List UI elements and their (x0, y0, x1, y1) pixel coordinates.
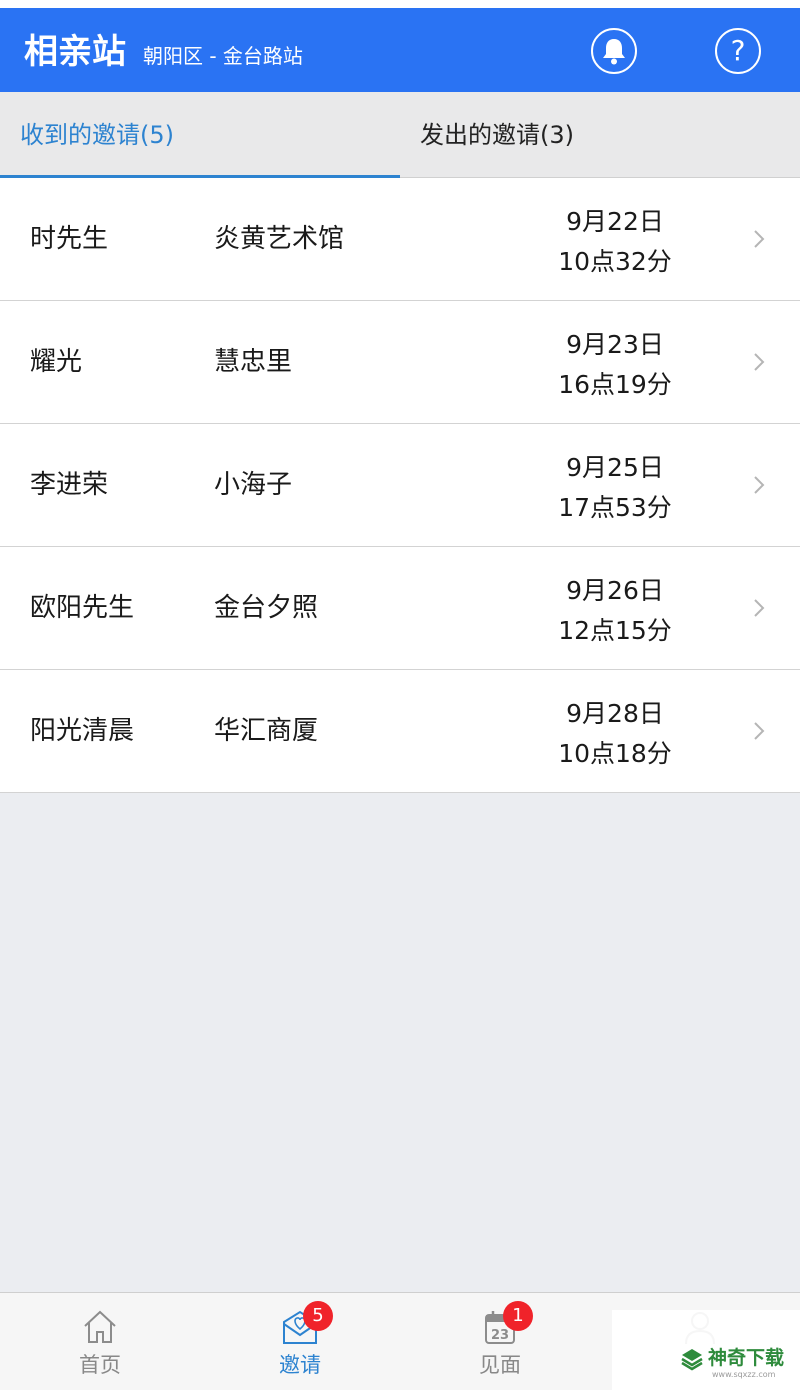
tabbar-label-meet: 见面 (479, 1353, 521, 1377)
notification-button[interactable] (591, 28, 637, 74)
chevron-right-icon (754, 230, 765, 248)
tabbar-item-meet[interactable]: 23 1 见面 (400, 1293, 600, 1390)
chevron-right-icon (754, 599, 765, 617)
chevron-right-icon (754, 353, 765, 371)
meeting-time: 12点15分 (558, 616, 672, 645)
tabbar-item-invite[interactable]: 5 邀请 (200, 1293, 400, 1390)
meeting-place: 炎黄艺术馆 (214, 224, 345, 254)
invitation-tabs: 收到的邀请(5) 发出的邀请(3) (0, 92, 800, 178)
calendar-day-number: 23 (491, 1328, 509, 1343)
bell-icon (603, 39, 625, 65)
invitation-row[interactable]: 阳光清晨 华汇商厦 9月28日 10点18分 (0, 670, 800, 793)
app-header: 相亲站 朝阳区 - 金台路站 ? (0, 8, 800, 92)
invitee-name: 李进荣 (30, 470, 109, 500)
watermark-logo-icon (681, 1349, 703, 1371)
invitation-list: 时先生 炎黄艺术馆 9月22日 10点32分 耀光 慧忠里 9月23日 16点1… (0, 178, 800, 793)
home-icon (84, 1310, 116, 1343)
invitation-row[interactable]: 耀光 慧忠里 9月23日 16点19分 (0, 301, 800, 424)
watermark-url: www.sqxzz.com (712, 1370, 776, 1379)
tabbar-item-home[interactable]: 首页 (0, 1293, 200, 1390)
watermark-text: 神奇下载 (708, 1347, 785, 1369)
meeting-time: 10点32分 (558, 247, 672, 276)
location-subtitle: 朝阳区 - 金台路站 (143, 44, 303, 68)
invitation-row[interactable]: 李进荣 小海子 9月25日 17点53分 (0, 424, 800, 547)
tab-received[interactable]: 收到的邀请(5) (0, 92, 400, 178)
invitation-row[interactable]: 欧阳先生 金台夕照 9月26日 12点15分 (0, 547, 800, 670)
help-icon: ? (730, 34, 746, 67)
meeting-place: 慧忠里 (214, 347, 293, 377)
tab-sent-label: 发出的邀请(3) (420, 121, 574, 149)
meeting-date: 9月26日 (566, 576, 664, 605)
meeting-place: 小海子 (214, 470, 293, 500)
tab-received-label: 收到的邀请(5) (20, 121, 174, 149)
invite-badge: 5 (303, 1301, 333, 1331)
status-bar-strip (0, 0, 800, 8)
meeting-date: 9月25日 (566, 453, 664, 482)
meet-badge: 1 (503, 1301, 533, 1331)
invitee-name: 时先生 (30, 224, 109, 254)
meeting-date: 9月23日 (566, 330, 664, 359)
tabbar-label-home: 首页 (79, 1353, 121, 1377)
invitation-row[interactable]: 时先生 炎黄艺术馆 9月22日 10点32分 (0, 178, 800, 301)
invitee-name: 耀光 (30, 347, 83, 377)
meeting-date: 9月28日 (566, 699, 664, 728)
tab-sent[interactable]: 发出的邀请(3) (400, 92, 800, 178)
invitee-name: 阳光清晨 (30, 716, 135, 746)
app-title: 相亲站 (24, 32, 126, 72)
meeting-place: 金台夕照 (214, 593, 319, 623)
meeting-time: 10点18分 (558, 739, 672, 768)
chevron-right-icon (754, 722, 765, 740)
meeting-date: 9月22日 (566, 207, 664, 236)
tabbar-label-invite: 邀请 (279, 1353, 321, 1377)
meeting-time: 17点53分 (558, 493, 672, 522)
help-button[interactable]: ? (715, 28, 761, 74)
meeting-time: 16点19分 (558, 370, 672, 399)
meeting-place: 华汇商厦 (214, 716, 319, 746)
invitee-name: 欧阳先生 (30, 593, 135, 623)
chevron-right-icon (754, 476, 765, 494)
